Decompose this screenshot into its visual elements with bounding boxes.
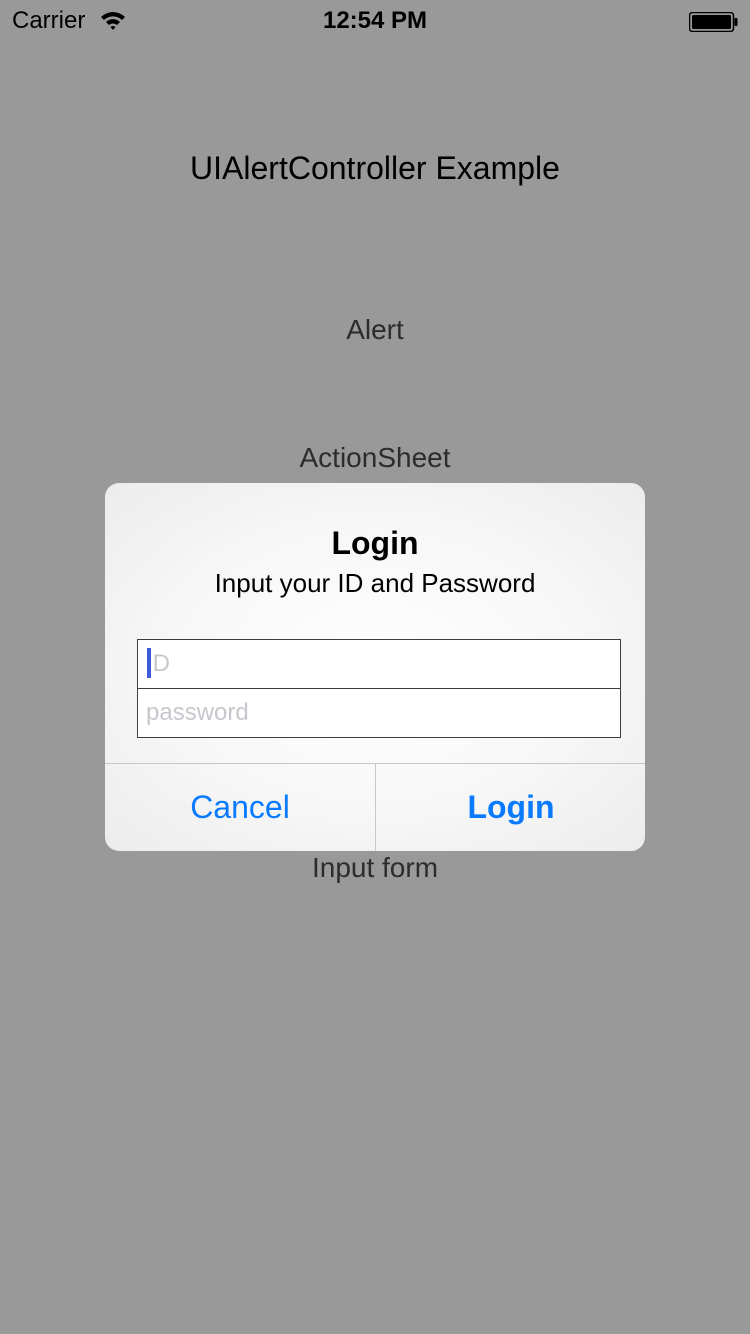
id-field[interactable]	[137, 639, 621, 689]
text-cursor	[147, 648, 151, 678]
login-button[interactable]: Login	[376, 764, 645, 851]
cancel-button[interactable]: Cancel	[105, 764, 375, 851]
login-alert-dialog: Login Input your ID and Password Cancel …	[105, 483, 645, 851]
alert-title: Login	[331, 525, 419, 561]
password-field[interactable]	[137, 688, 621, 738]
alert-message: Input your ID and Password	[214, 568, 536, 598]
screen: Carrier 12:54 PM UIAlertController Examp…	[0, 0, 750, 1334]
